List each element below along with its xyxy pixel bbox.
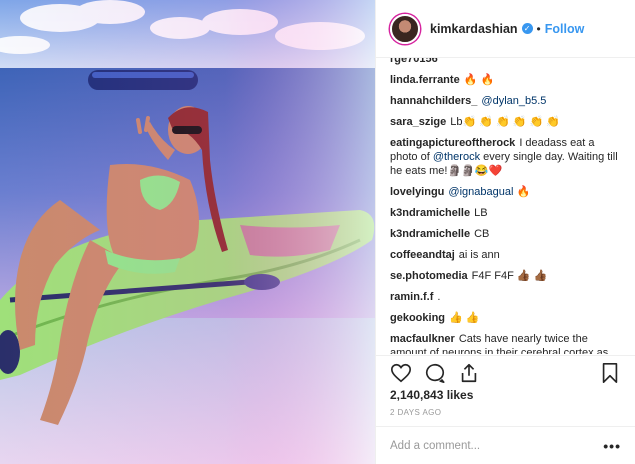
comment-item: linda.ferrante 🔥 🔥 [390, 71, 621, 92]
comment-username[interactable]: hannahchilders_ [390, 95, 477, 107]
comment-username[interactable]: lovelyingu [390, 186, 444, 198]
comment-mention-link[interactable]: @therock [433, 151, 480, 163]
avatar[interactable] [390, 13, 420, 44]
comment-item: macfaulkner Cats have nearly twice the am… [390, 330, 621, 354]
comment-text: ai is ann [458, 249, 500, 261]
comment-username[interactable]: sara_szige [390, 116, 446, 128]
add-comment-input[interactable] [390, 439, 604, 452]
heart-icon[interactable] [390, 362, 412, 384]
comment-username[interactable]: se.photomedia [390, 270, 468, 282]
add-comment-bar: ••• [376, 426, 635, 464]
comment-item: gekooking 👍 👍 [390, 309, 621, 330]
comment-username[interactable]: k3ndramichelle [390, 228, 470, 240]
comment-text: CB [474, 228, 490, 240]
comments-list: rge70156 linda.ferrante 🔥 🔥 hannahchilders… [376, 58, 635, 354]
comment-text: 👍 👍 [449, 312, 480, 324]
username-link[interactable]: kimkardashian [430, 22, 518, 36]
share-icon[interactable] [458, 362, 480, 384]
post-side-panel: kimkardashian ✓ • Follow rge70156 linda.f… [375, 0, 635, 464]
comment-text: 🔥 🔥 [463, 74, 495, 86]
comment-item: coffeeandtaj ai is ann [390, 246, 621, 267]
comment-item: rge70156 [390, 58, 621, 71]
comment-item: hannahchilders_ @dylan_b5.5 [390, 92, 621, 113]
comment-text: 🔥 [516, 186, 531, 198]
comment-text: Lb👏 👏 👏 👏 👏 👏 [450, 116, 560, 128]
comment-username[interactable]: gekooking [390, 312, 445, 324]
comment-text: F4F F4F 👍🏾 👍🏾 [471, 270, 548, 282]
likes-count[interactable]: 2,140,843 likes [390, 388, 473, 402]
comment-username[interactable]: k3ndramichelle [390, 207, 470, 219]
comment-item: ramin.f.f. [390, 288, 621, 309]
verified-badge-icon: ✓ [521, 23, 533, 34]
action-bar [376, 355, 635, 390]
follow-button[interactable]: Follow [545, 22, 585, 36]
bookmark-icon[interactable] [599, 362, 621, 384]
comment-item: sara_szige Lb👏 👏 👏 👏 👏 👏 [390, 113, 621, 134]
separator-dot: • [536, 21, 541, 36]
post-photo[interactable] [0, 0, 375, 464]
comment-item: se.photomedia F4F F4F 👍🏾 👍🏾 [390, 267, 621, 288]
comment-username[interactable]: ramin.f.f [390, 291, 433, 303]
instagram-post: kimkardashian ✓ • Follow rge70156 linda.f… [0, 0, 635, 464]
comment-text: . [437, 291, 441, 303]
post-date[interactable]: 2 DAYS AGO [390, 408, 441, 417]
comment-icon[interactable] [424, 362, 446, 384]
comment-item: eatingapictureoftherock I deadass eat a p… [390, 134, 621, 183]
photo-illustration [0, 0, 375, 464]
comment-mention-link[interactable]: @ignabagual [448, 186, 513, 198]
comment-username[interactable]: coffeeandtaj [390, 249, 455, 261]
comment-username[interactable]: linda.ferrante [390, 74, 460, 86]
comment-item: k3ndramichelle LB [390, 204, 621, 225]
comment-username[interactable]: rge70156 [390, 58, 438, 65]
more-options-icon[interactable]: ••• [603, 438, 621, 454]
comment-item: k3ndramichelle CB [390, 225, 621, 246]
comment-text: LB [474, 207, 488, 219]
comment-mention-link[interactable]: @dylan_b5.5 [481, 95, 546, 107]
comment-item: lovelyingu @ignabagual 🔥 [390, 183, 621, 204]
comment-username[interactable]: eatingapictureoftherock [390, 137, 515, 149]
post-header: kimkardashian ✓ • Follow [376, 0, 635, 58]
comment-username[interactable]: macfaulkner [390, 333, 455, 345]
